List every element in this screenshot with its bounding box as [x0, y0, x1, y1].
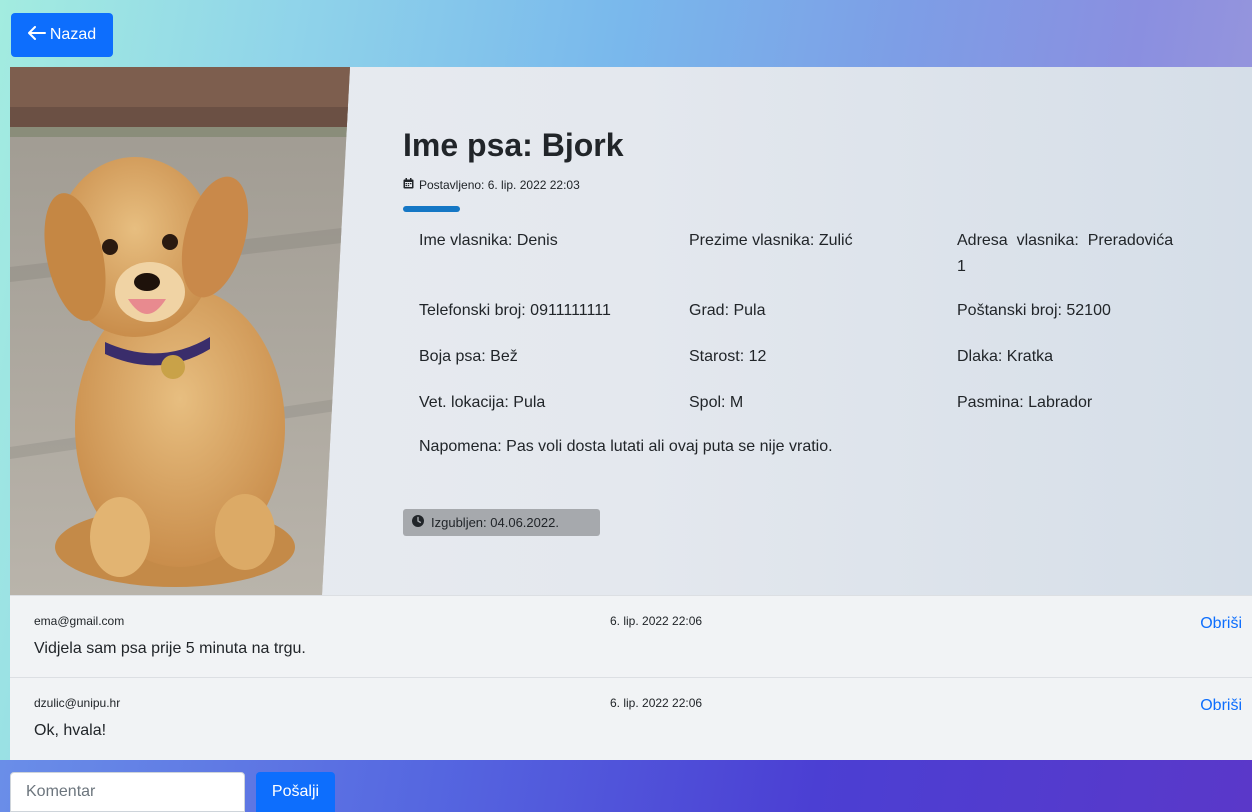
back-button[interactable]: Nazad — [11, 13, 113, 57]
title-accent-bar — [403, 206, 460, 212]
comment-email: dzulic@unipu.hr — [34, 696, 121, 710]
dog-breed: Pasmina: Labrador — [957, 394, 1093, 411]
owner-name: Ime vlasnika: Denis — [419, 232, 558, 249]
dog-card: Ime psa: Bjork Postavljeno: 6. lip. 2022… — [10, 67, 1252, 595]
owner-surname: Prezime vlasnika: Zulić — [689, 232, 853, 249]
comment-time: 6. lip. 2022 22:06 — [610, 696, 703, 710]
posted-text: Postavljeno: 6. lip. 2022 22:03 — [419, 178, 580, 192]
comment-text: Vidjela sam psa prije 5 minuta na trgu. — [34, 640, 306, 657]
owner-address-line2: 1 — [957, 258, 966, 275]
comment-item: ema@gmail.com 6. lip. 2022 22:06 Vidjela… — [10, 595, 1252, 677]
clock-icon — [412, 515, 424, 530]
send-comment-button[interactable]: Pošalji — [256, 772, 335, 812]
dog-title: Ime psa: Bjork — [403, 127, 624, 163]
vet-location: Vet. lokacija: Pula — [419, 394, 546, 411]
calendar-icon — [403, 178, 414, 192]
city: Grad: Pula — [689, 302, 766, 319]
postal-code: Poštanski broj: 52100 — [957, 302, 1111, 319]
delete-comment-button[interactable]: Obriši — [1200, 615, 1242, 633]
dog-age: Starost: 12 — [689, 348, 767, 365]
dog-fur: Dlaka: Kratka — [957, 348, 1054, 365]
lost-date-badge: Izgubljen: 04.06.2022. — [403, 509, 600, 536]
delete-comment-button[interactable]: Obriši — [1200, 697, 1242, 715]
comment-time: 6. lip. 2022 22:06 — [610, 614, 703, 628]
posted-date: Postavljeno: 6. lip. 2022 22:03 — [403, 178, 580, 192]
owner-address: Adresa vlasnika: Preradovića 1 — [957, 228, 1173, 280]
comment-item: dzulic@unipu.hr 6. lip. 2022 22:06 Ok, h… — [10, 677, 1252, 760]
comment-text: Ok, hvala! — [34, 722, 107, 739]
owner-address-line1: Adresa vlasnika: Preradovića — [957, 232, 1174, 249]
lost-date-text: Izgubljen: 04.06.2022. — [431, 515, 559, 530]
comment-input[interactable] — [10, 772, 245, 812]
comment-email: ema@gmail.com — [34, 614, 125, 628]
arrow-left-icon — [27, 25, 46, 45]
back-button-label: Nazad — [49, 26, 97, 43]
dog-photo — [10, 67, 350, 595]
phone: Telefonski broj: 0911111111 — [419, 302, 611, 319]
dog-color: Boja psa: Bež — [419, 348, 518, 365]
dog-sex: Spol: M — [689, 394, 744, 411]
dog-note: Napomena: Pas voli dosta lutati ali ovaj… — [419, 438, 833, 455]
